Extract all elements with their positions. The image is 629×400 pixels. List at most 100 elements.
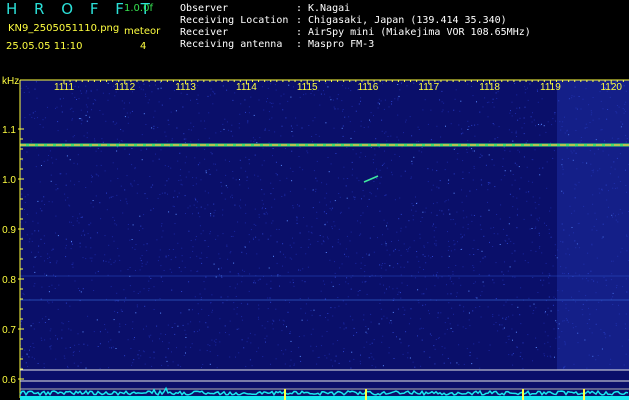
noise-dot: [270, 182, 272, 184]
noise-dot: [108, 261, 110, 263]
noise-dot: [509, 150, 511, 152]
noise-dot: [458, 344, 460, 346]
noise-dot: [307, 266, 309, 268]
noise-dot: [306, 319, 308, 321]
noise-dot: [117, 178, 119, 179]
noise-dot: [387, 136, 389, 137]
noise-dot: [249, 241, 250, 243]
noise-dot: [473, 266, 475, 268]
noise-dot: [34, 110, 36, 112]
noise-dot: [329, 259, 331, 261]
noise-dot: [248, 234, 250, 236]
noise-dot: [544, 343, 546, 345]
noise-dot: [509, 266, 511, 268]
noise-dot: [272, 148, 274, 149]
noise-dot: [267, 81, 268, 83]
noise-dot: [227, 296, 229, 298]
noise-dot: [90, 202, 92, 204]
noise-dot: [184, 266, 186, 268]
noise-dot: [519, 188, 521, 190]
noise-dot: [190, 346, 192, 348]
noise-dot: [392, 332, 394, 333]
noise-dot: [484, 97, 486, 99]
noise-dot: [505, 301, 507, 303]
noise-dot: [469, 325, 471, 327]
noise-dot: [343, 323, 345, 325]
noise-dot: [47, 159, 49, 161]
noise-dot: [162, 280, 164, 282]
noise-dot: [370, 352, 372, 354]
noise-dot: [127, 122, 129, 124]
noise-dot: [436, 214, 438, 216]
noise-dot: [384, 150, 385, 152]
noise-dot: [205, 172, 207, 174]
noise-dot: [385, 194, 387, 196]
noise-dot: [547, 341, 549, 343]
noise-dot: [275, 161, 277, 163]
noise-dot: [30, 325, 32, 327]
noise-dot: [430, 109, 432, 111]
noise-dot: [433, 230, 435, 232]
noise-dot: [529, 83, 531, 85]
noise-dot: [99, 367, 101, 369]
noise-dot: [281, 350, 283, 351]
noise-dot: [401, 282, 403, 284]
noise-dot: [350, 288, 352, 290]
noise-dot: [473, 239, 475, 241]
noise-dot: [289, 331, 291, 333]
noise-dot: [529, 228, 531, 230]
noise-dot: [382, 263, 383, 264]
noise-dot: [518, 166, 520, 168]
noise-dot: [531, 241, 533, 243]
noise-dot: [535, 207, 537, 209]
noise-dot: [396, 136, 398, 138]
noise-dot: [391, 103, 392, 105]
noise-dot: [416, 251, 418, 252]
noise-dot: [333, 106, 335, 108]
noise-dot: [383, 284, 384, 286]
noise-dot: [93, 290, 95, 291]
noise-dot: [462, 266, 464, 268]
noise-dot: [143, 288, 145, 290]
noise-dot: [256, 253, 258, 255]
noise-dot: [113, 262, 115, 264]
noise-dot: [129, 267, 131, 268]
noise-dot: [68, 321, 70, 322]
noise-dot: [327, 236, 328, 238]
noise-dot: [363, 319, 365, 321]
noise-dot: [479, 156, 481, 158]
noise-dot: [70, 248, 72, 250]
noise-dot: [248, 106, 250, 108]
noise-dot: [512, 196, 514, 198]
noise-dot: [123, 108, 125, 110]
noise-dot: [400, 254, 402, 256]
noise-dot: [166, 360, 168, 362]
noise-dot: [291, 246, 293, 248]
noise-dot: [436, 125, 438, 127]
noise-dot: [22, 292, 24, 294]
noise-dot: [439, 209, 441, 211]
noise-dot: [343, 322, 345, 324]
noise-dot: [111, 236, 113, 238]
noise-dot: [160, 265, 162, 267]
noise-dot: [306, 225, 308, 227]
noise-dot: [145, 124, 147, 125]
noise-dot: [435, 339, 437, 340]
noise-dot: [292, 171, 294, 172]
noise-dot: [418, 302, 420, 304]
noise-dot: [247, 303, 249, 305]
noise-dot: [386, 167, 388, 169]
noise-dot: [42, 126, 44, 128]
noise-dot: [354, 196, 356, 198]
noise-dot: [212, 309, 213, 311]
noise-dot: [91, 260, 93, 262]
noise-dot: [332, 343, 334, 345]
noise-dot: [213, 203, 215, 205]
noise-dot: [184, 329, 186, 331]
noise-dot: [413, 82, 415, 84]
noise-dot: [72, 264, 74, 266]
noise-dot: [292, 205, 294, 207]
noise-dot: [451, 307, 453, 309]
noise-dot: [534, 149, 536, 151]
noise-dot: [338, 193, 340, 194]
